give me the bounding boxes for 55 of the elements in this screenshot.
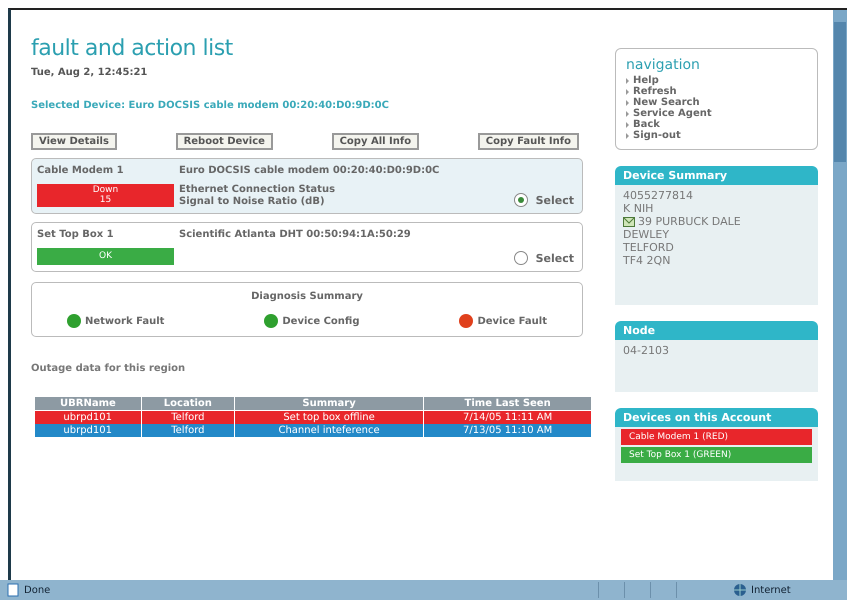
status-bar: Down 15 — [37, 184, 174, 207]
summary-line: TELFORD — [623, 241, 674, 254]
nav-link[interactable]: Refresh — [626, 86, 807, 97]
device-name: Cable Modem 1 — [37, 165, 125, 176]
device-link[interactable]: Cable Modem 1 (RED) — [621, 429, 812, 445]
diagnosis-label: Device Fault — [477, 316, 547, 326]
page-icon — [6, 583, 20, 597]
envelope-icon — [623, 216, 635, 226]
table-cell: ubrpd101 — [34, 424, 142, 437]
diagnosis-title: Diagnosis Summary — [250, 291, 364, 302]
summary-line: 39 PURBUCK DALE — [638, 215, 741, 228]
page-title: fault and action list — [31, 36, 234, 61]
summary-line: K NIH — [623, 202, 654, 215]
nav-link[interactable]: Back — [626, 119, 807, 130]
action-button[interactable]: View Details — [31, 133, 117, 150]
date-time: Tue, Aug 2, 12:45:21 — [31, 67, 148, 78]
select-radio[interactable]: Select — [514, 193, 574, 207]
panel-header: Devices on this Account — [615, 408, 818, 427]
column-header: Summary — [234, 396, 424, 410]
select-radio[interactable]: Select — [514, 251, 574, 265]
panel-header: Node — [615, 321, 818, 340]
panel-header: Device Summary — [615, 166, 818, 185]
status-text: Done — [24, 584, 52, 596]
detail-text: Ethernet Connection Status — [179, 184, 336, 195]
detail-text: Signal to Noise Ratio (dB) — [179, 196, 326, 207]
diagnosis-label: Device Config — [282, 316, 360, 326]
device-name: Set Top Box 1 — [37, 229, 115, 240]
nav-link[interactable]: Sign-out — [626, 130, 807, 141]
navigation-title: navigation — [626, 57, 701, 73]
device-link[interactable]: Set Top Box 1 (GREEN) — [621, 447, 812, 463]
table-cell: Telford — [141, 424, 234, 437]
table-cell: 7/13/05 11:10 AM — [424, 424, 592, 437]
summary-line: 4055277814 — [623, 189, 693, 202]
column-header: UBRName — [34, 396, 142, 410]
outage-title: Outage data for this region — [31, 363, 186, 374]
action-button[interactable]: Copy All Info — [332, 133, 420, 150]
table-cell: Channel inteference — [234, 424, 424, 437]
summary-line: DEWLEY — [623, 228, 670, 241]
node-value: 04-2103 — [623, 344, 669, 357]
action-button[interactable]: Reboot Device — [176, 133, 273, 150]
summary-line: TF4 2QN — [623, 254, 670, 267]
nav-link[interactable]: Service Agent — [626, 108, 807, 119]
zone-text: Internet — [751, 584, 792, 596]
device-description: Scientific Atlanta DHT 00:50:94:1A:50:29 — [179, 229, 411, 240]
action-button[interactable]: Copy Fault Info — [478, 133, 579, 150]
nav-link[interactable]: New Search — [626, 97, 807, 108]
scrollbar[interactable] — [833, 10, 847, 580]
nav-link[interactable]: Help — [626, 75, 807, 86]
status-bar: OK — [37, 248, 174, 265]
device-description: Euro DOCSIS cable modem 00:20:40:D0:9D:0C — [179, 165, 440, 176]
globe-icon — [733, 583, 747, 597]
diagnosis-label: Network Fault — [85, 316, 164, 326]
selected-device: Selected Device: Euro DOCSIS cable modem 00:20:40:D0:9D:0C — [31, 100, 390, 111]
column-header: Time Last Seen — [424, 396, 592, 410]
column-header: Location — [141, 396, 234, 410]
